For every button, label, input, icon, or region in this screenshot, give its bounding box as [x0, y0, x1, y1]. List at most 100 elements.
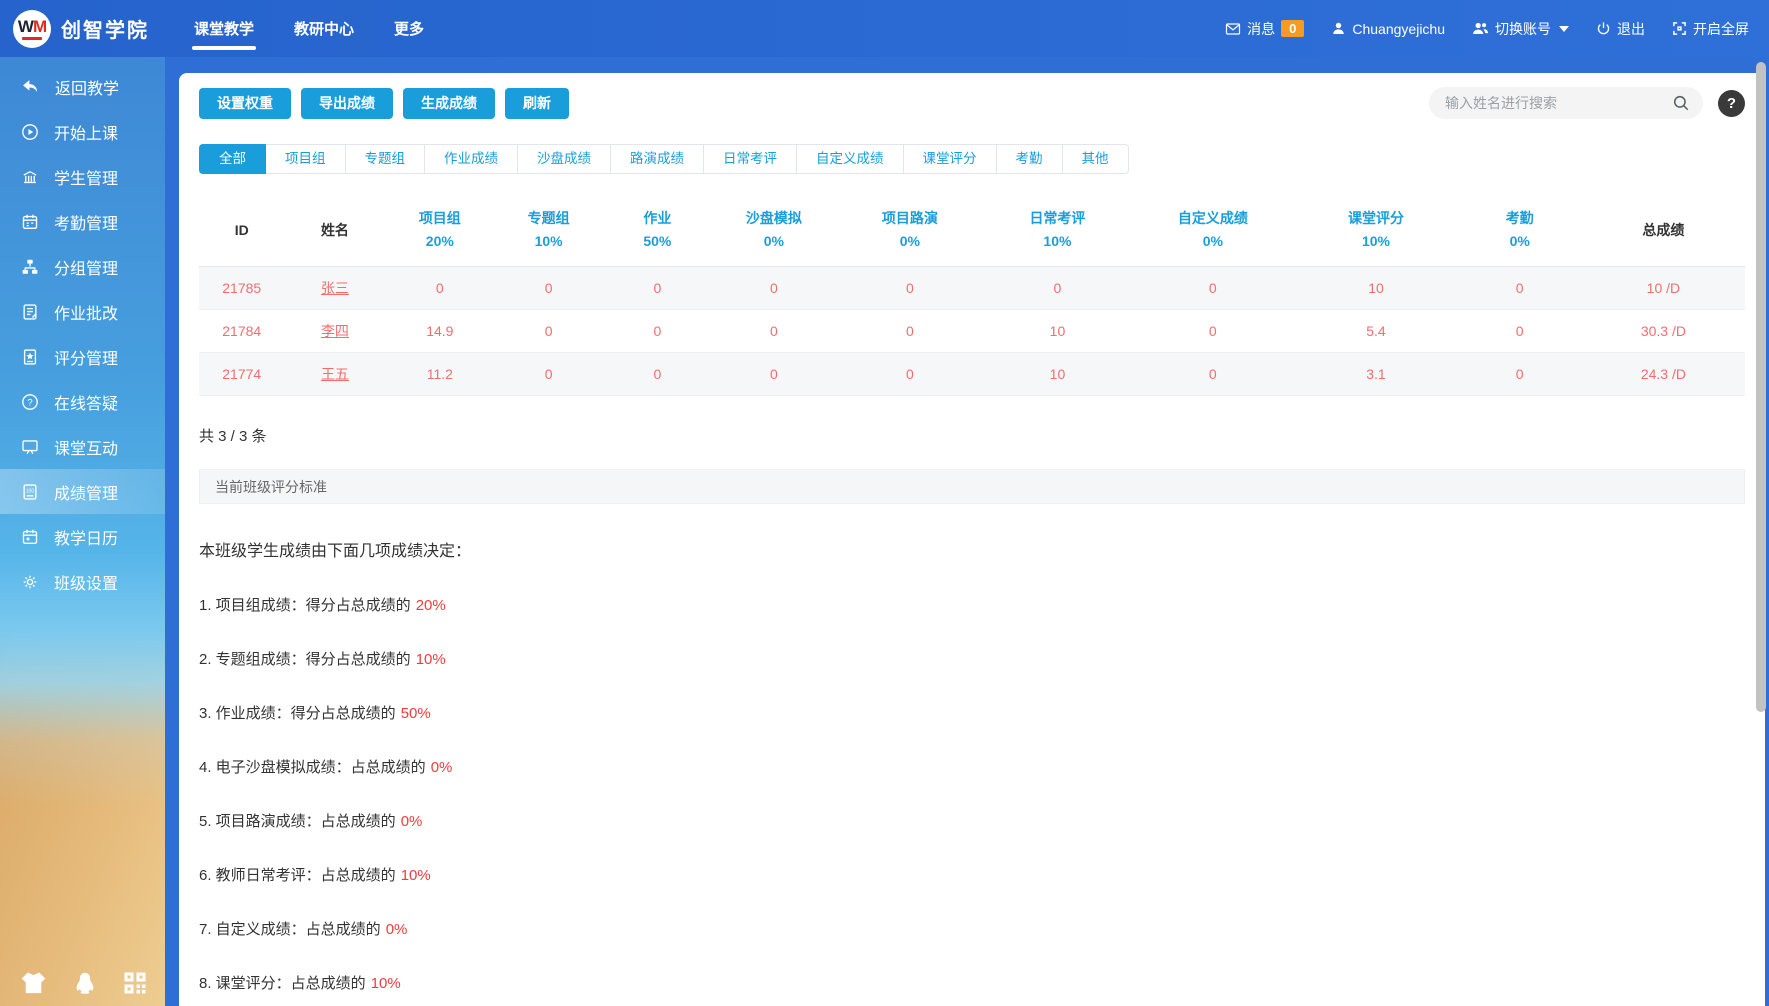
student-name-link[interactable]: 张三	[284, 278, 385, 298]
logout-button[interactable]: 退出	[1596, 19, 1645, 39]
student-name-link[interactable]: 李四	[284, 321, 385, 341]
col-id: ID	[199, 207, 284, 253]
filter-tab-attendance[interactable]: 考勤	[996, 144, 1063, 174]
calendar-icon	[21, 528, 39, 546]
standard-percent: 0%	[401, 813, 423, 830]
generate-grades-button[interactable]: 生成成绩	[403, 88, 495, 119]
sidebar-item-classroom-interaction[interactable]: 课堂互动	[0, 424, 165, 469]
tab-research-center[interactable]: 教研中心	[294, 0, 354, 57]
sidebar-item-start-class[interactable]: 开始上课	[0, 109, 165, 154]
sidebar-item-grade-management[interactable]: 100 成绩管理	[0, 469, 165, 514]
help-button[interactable]: ?	[1718, 90, 1745, 117]
logo-letter-w: W	[18, 17, 33, 36]
col-total: 总成绩	[1582, 207, 1745, 253]
filter-tab-all[interactable]: 全部	[199, 144, 266, 174]
col-roadshow: 项目路演0%	[836, 207, 984, 253]
back-icon	[21, 79, 40, 95]
qrcode-icon[interactable]	[123, 971, 147, 995]
filter-tab-other[interactable]: 其他	[1062, 144, 1129, 174]
scrollbar[interactable]	[1756, 62, 1766, 712]
toolbar: 设置权重 导出成绩 生成成绩 刷新 ?	[199, 87, 1745, 119]
groups-icon	[21, 258, 39, 276]
col-topic-group: 专题组10%	[494, 207, 603, 253]
score-cell: 0	[603, 323, 712, 339]
brand-name: 创智学院	[61, 14, 149, 43]
scoring-icon	[21, 348, 39, 366]
score-cell: 11.2	[385, 366, 494, 382]
main-content: 设置权重 导出成绩 生成成绩 刷新 ? 全部 项目组 专题组 作业成绩 沙盘成绩…	[165, 57, 1769, 1006]
play-circle-icon	[21, 123, 39, 141]
standard-percent: 20%	[416, 597, 446, 614]
sidebar-item-student-management[interactable]: 学生管理	[0, 154, 165, 199]
standard-item: 4. 电子沙盘模拟成绩：占总成绩的0%	[199, 756, 1745, 777]
tab-more[interactable]: 更多	[394, 0, 424, 57]
col-attendance: 考勤0%	[1458, 207, 1582, 253]
filter-tab-homework[interactable]: 作业成绩	[424, 144, 518, 174]
export-grades-button[interactable]: 导出成绩	[301, 88, 393, 119]
standards-intro: 本班级学生成绩由下面几项成绩决定：	[199, 537, 1745, 561]
search-icon[interactable]	[1672, 94, 1690, 112]
logo-underline	[22, 37, 42, 40]
filter-tab-custom[interactable]: 自定义成绩	[796, 144, 904, 174]
attendance-calendar-icon	[21, 213, 39, 231]
messages-button[interactable]: 消息 0	[1225, 19, 1304, 39]
sidebar-item-teaching-calendar[interactable]: 教学日历	[0, 514, 165, 559]
total-score-cell: 30.3 /D	[1582, 323, 1745, 339]
filter-tab-daily-review[interactable]: 日常考评	[703, 144, 797, 174]
homework-icon	[21, 303, 39, 321]
fullscreen-icon	[1672, 21, 1687, 36]
messages-badge: 0	[1281, 20, 1304, 37]
score-cell: 0	[494, 323, 603, 339]
fullscreen-button[interactable]: 开启全屏	[1672, 19, 1749, 39]
standard-item: 2. 专题组成绩：得分占总成绩的10%	[199, 648, 1745, 669]
refresh-button[interactable]: 刷新	[505, 88, 569, 119]
score-cell: 0	[836, 323, 984, 339]
student-id: 21785	[199, 280, 284, 296]
users-icon	[1472, 21, 1489, 36]
user-menu[interactable]: Chuangyejichu	[1331, 21, 1445, 37]
score-cell: 0	[712, 366, 836, 382]
table-row: 21784 李四 14.9 0 0 0 0 10 0 5.4 0 30.3 /D	[199, 310, 1745, 353]
qq-icon[interactable]	[73, 970, 97, 996]
content-card: 设置权重 导出成绩 生成成绩 刷新 ? 全部 项目组 专题组 作业成绩 沙盘成绩…	[179, 73, 1765, 1006]
search-input[interactable]	[1429, 87, 1703, 119]
standard-percent: 10%	[371, 975, 401, 992]
brand-logo-icon: WM	[13, 10, 51, 48]
score-cell: 10	[1294, 280, 1457, 296]
svg-text:?: ?	[27, 397, 32, 408]
tshirt-icon[interactable]	[20, 971, 47, 995]
sidebar-item-class-settings[interactable]: 班级设置	[0, 559, 165, 604]
settings-gear-icon	[21, 573, 39, 591]
total-score-cell: 24.3 /D	[1582, 366, 1745, 382]
tab-classroom-teaching[interactable]: 课堂教学	[194, 0, 254, 57]
total-score-cell: 10 /D	[1582, 280, 1745, 296]
filter-tab-classroom-rating[interactable]: 课堂评分	[903, 144, 997, 174]
switch-account-button[interactable]: 切换账号	[1472, 19, 1569, 39]
sidebar: 返回教学 开始上课 学生管理 考勤管理 分组管理 作业批改	[0, 57, 165, 1006]
filter-tab-sandbox[interactable]: 沙盘成绩	[517, 144, 611, 174]
sidebar-item-back-to-teaching[interactable]: 返回教学	[0, 64, 165, 109]
set-weights-button[interactable]: 设置权重	[199, 88, 291, 119]
sidebar-item-scoring-management[interactable]: 评分管理	[0, 334, 165, 379]
score-cell: 0	[1458, 280, 1582, 296]
filter-tab-project-group[interactable]: 项目组	[265, 144, 346, 174]
filter-tab-topic-group[interactable]: 专题组	[345, 144, 426, 174]
sidebar-item-attendance-management[interactable]: 考勤管理	[0, 199, 165, 244]
score-cell: 0	[603, 280, 712, 296]
col-project-group: 项目组20%	[385, 207, 494, 253]
score-cell: 0	[385, 280, 494, 296]
col-homework: 作业50%	[603, 207, 712, 253]
sidebar-item-homework-grading[interactable]: 作业批改	[0, 289, 165, 334]
student-id: 21784	[199, 323, 284, 339]
filter-tab-roadshow[interactable]: 路演成绩	[610, 144, 704, 174]
filter-tabs: 全部 项目组 专题组 作业成绩 沙盘成绩 路演成绩 日常考评 自定义成绩 课堂评…	[199, 144, 1745, 174]
student-name-link[interactable]: 王五	[284, 364, 385, 384]
standards-header-bar: 当前班级评分标准	[199, 469, 1745, 504]
sidebar-item-online-qa[interactable]: ? 在线答疑	[0, 379, 165, 424]
score-cell: 0	[836, 366, 984, 382]
sidebar-item-group-management[interactable]: 分组管理	[0, 244, 165, 289]
standard-percent: 50%	[401, 705, 431, 722]
standard-percent: 10%	[416, 651, 446, 668]
standard-item: 3. 作业成绩：得分占总成绩的50%	[199, 702, 1745, 723]
app-root: WM 创智学院 课堂教学 教研中心 更多 消息 0 Chuangyejichu …	[0, 0, 1769, 1006]
